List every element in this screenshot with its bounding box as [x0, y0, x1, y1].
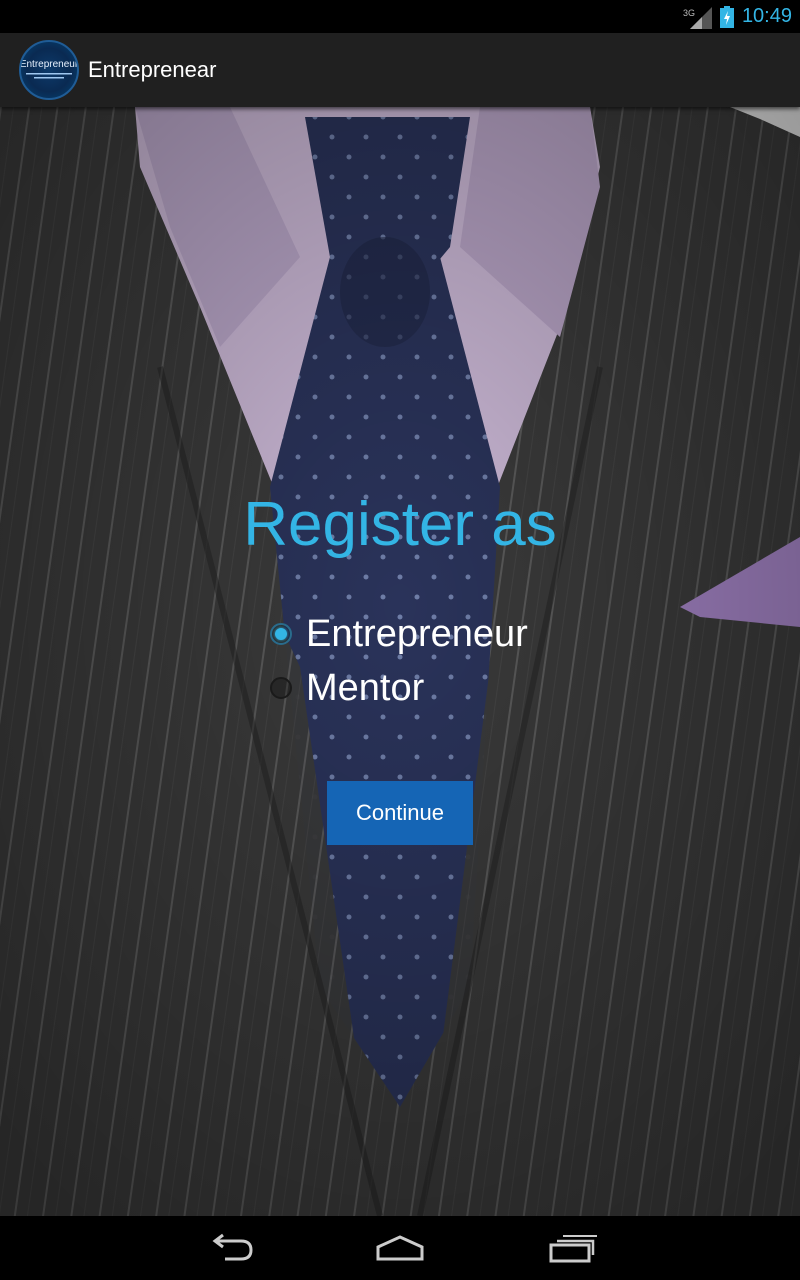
app-title: Entreprenear: [88, 57, 217, 82]
signal-icon: 3G: [682, 5, 712, 29]
status-bar: 3G 10:49: [0, 0, 800, 33]
network-type: 3G: [682, 7, 695, 18]
recent-apps-icon[interactable]: [542, 1230, 602, 1266]
battery-icon: [719, 5, 734, 28]
radio-option-entrepreneur[interactable]: Entrepreneur: [270, 607, 528, 661]
back-icon[interactable]: [200, 1230, 260, 1266]
home-icon[interactable]: [370, 1230, 430, 1266]
radio-label-entrepreneur[interactable]: Entrepreneur: [306, 613, 528, 656]
app-logo[interactable]: Entrepreneur: [19, 40, 79, 100]
clock: 10:49: [741, 5, 792, 27]
radio-option-mentor[interactable]: Mentor: [270, 661, 528, 715]
role-radio-group: Entrepreneur Mentor: [270, 607, 528, 715]
radio-button-checked[interactable]: [270, 623, 292, 645]
logo-text: Entrepreneur: [19, 58, 79, 70]
radio-button-unchecked[interactable]: [270, 677, 292, 699]
radio-dot: [275, 628, 287, 640]
navigation-bar: [0, 1216, 800, 1280]
status-icons: 3G 10:49: [682, 0, 792, 33]
logo-tagline-graphic: [26, 72, 72, 78]
action-bar: Entrepreneur Entreprenear: [0, 33, 800, 107]
register-heading: Register as: [243, 490, 557, 559]
radio-label-mentor[interactable]: Mentor: [306, 667, 424, 710]
content-area: Register as Entrepreneur Mentor Continue: [0, 107, 800, 1216]
continue-button[interactable]: Continue: [327, 781, 473, 845]
